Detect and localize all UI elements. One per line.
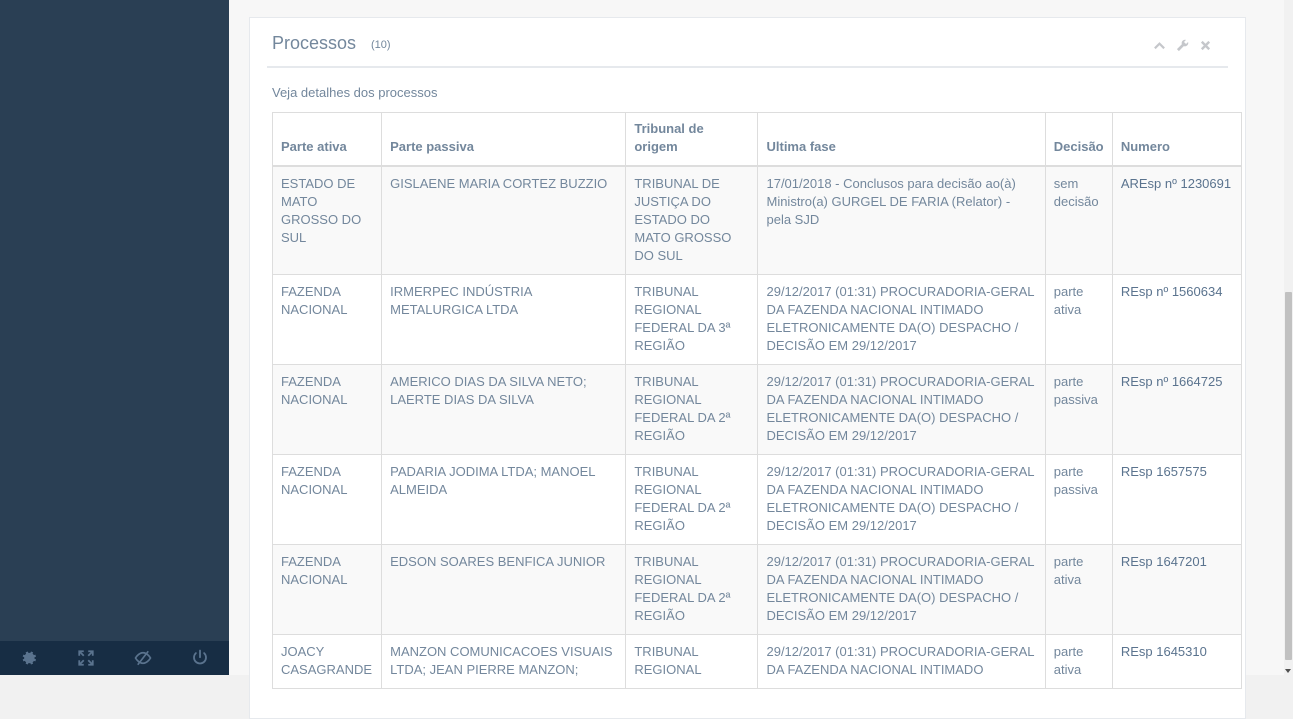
header-tribunal-origem[interactable]: Tribunal de origem: [625, 112, 759, 167]
cell-parte-ativa: ESTADO DE MATO GROSSO DO SUL: [271, 165, 383, 275]
gear-icon: [22, 651, 36, 665]
cell-parte-passiva: EDSON SOARES BENFICA JUNIOR: [381, 544, 627, 635]
cell-decisao: parte passiva: [1044, 454, 1113, 545]
panel-title: Processos: [272, 33, 357, 53]
cell-decisao: parte ativa: [1044, 544, 1113, 635]
cell-numero[interactable]: REsp nº 1560634: [1111, 274, 1243, 365]
cell-tribunal: TRIBUNAL REGIONAL FEDERAL DA 2ª REGIÃO: [625, 364, 759, 455]
cell-numero[interactable]: REsp 1647201: [1111, 544, 1243, 635]
table-row: FAZENDA NACIONAL PADARIA JODIMA LTDA; MA…: [271, 454, 1243, 545]
sidebar-footer: [0, 641, 229, 675]
cell-parte-ativa: FAZENDA NACIONAL: [271, 454, 383, 545]
cell-numero[interactable]: REsp 1657575: [1111, 454, 1243, 545]
cell-tribunal: TRIBUNAL REGIONAL FEDERAL DA 3ª REGIÃO: [625, 274, 759, 365]
settings-tool-button[interactable]: [1175, 38, 1189, 52]
cell-decisao: parte passiva: [1044, 364, 1113, 455]
cell-decisao: parte ativa: [1044, 274, 1113, 365]
page-scrollbar[interactable]: [1284, 0, 1293, 675]
cell-numero[interactable]: AREsp nº 1230691: [1111, 165, 1243, 275]
processos-panel: Processos (10) Veja detalhes dos process…: [249, 17, 1246, 719]
main-content: Processos (10) Veja detalhes dos process…: [229, 0, 1284, 719]
process-count: (10): [371, 39, 391, 51]
cell-parte-ativa: JOACY CASAGRANDE: [271, 634, 383, 689]
header-parte-passiva[interactable]: Parte passiva: [381, 112, 627, 167]
close-panel-button[interactable]: [1198, 38, 1212, 52]
cell-tribunal: TRIBUNAL DE JUSTIÇA DO ESTADO DO MATO GR…: [625, 165, 759, 275]
sidebar: [0, 0, 229, 675]
table-row: ESTADO DE MATO GROSSO DO SUL GISLAENE MA…: [271, 165, 1243, 275]
cell-tribunal: TRIBUNAL REGIONAL FEDERAL DA 2ª REGIÃO: [625, 454, 759, 545]
panel-subtitle: Veja detalhes dos processos: [272, 85, 438, 100]
wrench-icon: [1176, 39, 1188, 51]
cell-parte-passiva: MANZON COMUNICACOES VISUAIS LTDA; JEAN P…: [381, 634, 627, 689]
scroll-down-arrow-icon[interactable]: [1285, 669, 1291, 673]
cell-ultima-fase: 29/12/2017 (01:31) PROCURADORIA-GERAL DA…: [757, 454, 1046, 545]
panel-toolbox: [1152, 38, 1212, 52]
cell-ultima-fase: 29/12/2017 (01:31) PROCURADORIA-GERAL DA…: [757, 274, 1046, 365]
logout-button[interactable]: [172, 641, 229, 675]
panel-header: Processos (10): [267, 18, 1228, 68]
cell-parte-passiva: AMERICO DIAS DA SILVA NETO; LAERTE DIAS …: [381, 364, 627, 455]
cell-parte-passiva: GISLAENE MARIA CORTEZ BUZZIO: [381, 165, 627, 275]
cell-numero[interactable]: REsp 1645310: [1111, 634, 1243, 689]
header-decisao[interactable]: Decisão: [1044, 112, 1113, 167]
fullscreen-button[interactable]: [57, 641, 114, 675]
header-ultima-fase[interactable]: Ultima fase: [757, 112, 1046, 167]
cell-ultima-fase: 29/12/2017 (01:31) PROCURADORIA-GERAL DA…: [757, 544, 1046, 635]
cell-numero[interactable]: REsp nº 1664725: [1111, 364, 1243, 455]
settings-button[interactable]: [0, 641, 57, 675]
table-row: FAZENDA NACIONAL IRMERPEC INDÚSTRIA META…: [271, 274, 1243, 365]
cell-ultima-fase: 29/12/2017 (01:31) PROCURADORIA-GERAL DA…: [757, 634, 1046, 689]
cell-parte-ativa: FAZENDA NACIONAL: [271, 364, 383, 455]
header-numero[interactable]: Numero: [1111, 112, 1243, 167]
cell-parte-passiva: PADARIA JODIMA LTDA; MANOEL ALMEIDA: [381, 454, 627, 545]
cell-parte-ativa: FAZENDA NACIONAL: [271, 274, 383, 365]
close-icon: [1200, 40, 1210, 50]
cell-ultima-fase: 17/01/2018 - Conclusos para decisão ao(à…: [757, 165, 1046, 275]
fullscreen-icon: [78, 650, 94, 666]
eye-slash-icon: [134, 650, 152, 666]
table-row: FAZENDA NACIONAL EDSON SOARES BENFICA JU…: [271, 544, 1243, 635]
power-icon: [193, 649, 208, 665]
cell-tribunal: TRIBUNAL REGIONAL: [625, 634, 759, 689]
header-parte-ativa[interactable]: Parte ativa: [271, 112, 383, 167]
cell-decisao: parte ativa: [1044, 634, 1113, 689]
cell-parte-passiva: IRMERPEC INDÚSTRIA METALURGICA LTDA: [381, 274, 627, 365]
chevron-up-icon: [1153, 41, 1165, 49]
lock-button[interactable]: [115, 641, 172, 675]
cell-parte-ativa: FAZENDA NACIONAL: [271, 544, 383, 635]
scrollbar-thumb[interactable]: [1285, 292, 1292, 660]
cell-tribunal: TRIBUNAL REGIONAL FEDERAL DA 2ª REGIÃO: [625, 544, 759, 635]
table-header-row: Parte ativa Parte passiva Tribunal de or…: [271, 112, 1243, 167]
cell-decisao: sem decisão: [1044, 165, 1113, 275]
table-row: JOACY CASAGRANDE MANZON COMUNICACOES VIS…: [271, 634, 1243, 689]
cell-ultima-fase: 29/12/2017 (01:31) PROCURADORIA-GERAL DA…: [757, 364, 1046, 455]
processos-table: Parte ativa Parte passiva Tribunal de or…: [271, 112, 1243, 689]
collapse-button[interactable]: [1152, 38, 1166, 52]
table-row: FAZENDA NACIONAL AMERICO DIAS DA SILVA N…: [271, 364, 1243, 455]
